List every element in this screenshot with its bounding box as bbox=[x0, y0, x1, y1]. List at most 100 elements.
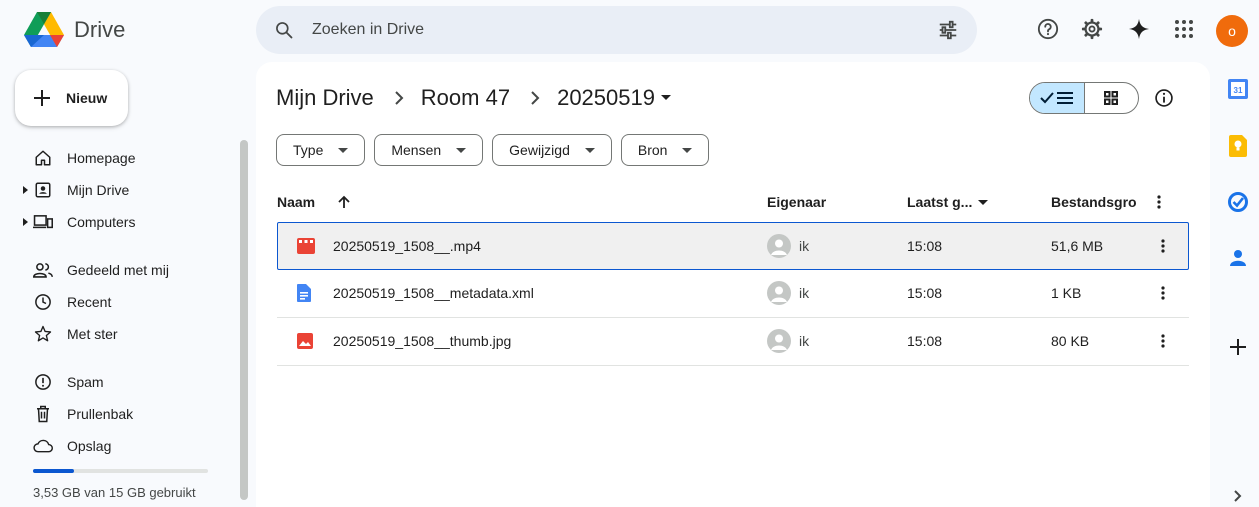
new-button[interactable]: Nieuw bbox=[15, 70, 128, 126]
drive-logo[interactable]: Drive bbox=[24, 12, 125, 48]
settings-gear-icon[interactable] bbox=[1080, 17, 1104, 41]
row-more-options-icon[interactable] bbox=[1161, 270, 1165, 316]
sidebar-item-starred[interactable]: Met ster bbox=[0, 318, 240, 350]
apps-grid-icon[interactable] bbox=[1172, 17, 1196, 41]
sidebar-item-storage[interactable]: Opslag bbox=[0, 430, 240, 462]
sidebar-scrollbar[interactable] bbox=[240, 140, 248, 500]
sidebar-item-label: Prullenbak bbox=[67, 406, 134, 422]
caret-down-icon bbox=[682, 147, 693, 153]
shared-icon bbox=[33, 260, 53, 280]
filter-people[interactable]: Mensen bbox=[374, 134, 484, 166]
sidebar-item-label: Homepage bbox=[67, 150, 136, 166]
my-drive-icon bbox=[33, 180, 53, 200]
image-file-icon bbox=[297, 318, 313, 364]
storage-usage-fill bbox=[33, 469, 75, 473]
column-header-owner[interactable]: Eigenaar bbox=[767, 186, 826, 218]
column-header-modified[interactable]: Laatst g... bbox=[907, 186, 989, 218]
home-icon bbox=[33, 148, 53, 168]
tasks-icon[interactable] bbox=[1227, 191, 1249, 213]
clock-icon bbox=[33, 292, 53, 312]
file-modified: 15:08 bbox=[907, 285, 943, 301]
file-name: 20250519_1508__.mp4 bbox=[333, 238, 481, 254]
table-row[interactable]: 20250519_1508__thumb.jpg ik 15:08 80 KB bbox=[277, 318, 1189, 366]
column-header-modified-label: Laatst g... bbox=[907, 194, 973, 210]
sidebar-item-label: Spam bbox=[67, 374, 104, 390]
breadcrumb-current-label: 20250519 bbox=[557, 85, 655, 110]
sidebar-item-trash[interactable]: Prullenbak bbox=[0, 398, 240, 430]
computers-icon bbox=[33, 212, 53, 232]
trash-icon bbox=[33, 404, 53, 424]
file-modified: 15:08 bbox=[907, 333, 943, 349]
sidebar-item-computers[interactable]: Computers bbox=[0, 206, 240, 238]
file-owner: ik bbox=[799, 238, 810, 254]
spam-icon bbox=[33, 372, 53, 392]
caret-right-icon[interactable] bbox=[23, 218, 29, 226]
breadcrumb-my-drive[interactable]: Mijn Drive bbox=[276, 85, 374, 111]
filter-modified[interactable]: Gewijzigd bbox=[492, 134, 612, 166]
list-view-button[interactable] bbox=[1030, 83, 1085, 113]
new-button-label: Nieuw bbox=[66, 90, 108, 106]
column-header-size[interactable]: Bestandsgro bbox=[1051, 186, 1136, 218]
breadcrumb-current-folder[interactable]: 20250519 bbox=[557, 85, 671, 111]
file-owner: ik bbox=[799, 285, 810, 301]
search-bar[interactable] bbox=[256, 6, 977, 54]
file-size: 1 KB bbox=[1051, 285, 1082, 301]
filter-type[interactable]: Type bbox=[276, 134, 366, 166]
grid-view-button[interactable] bbox=[1085, 83, 1139, 113]
top-bar: Drive Zoeken in Drive o bbox=[0, 0, 1259, 62]
chevron-right-icon bbox=[394, 91, 404, 105]
filter-source[interactable]: Bron bbox=[620, 134, 710, 166]
storage-usage-bar bbox=[33, 469, 208, 473]
file-name: 20250519_1508__metadata.xml bbox=[333, 285, 534, 301]
add-addon-plus-icon[interactable] bbox=[1227, 336, 1249, 358]
drive-logo-icon bbox=[24, 12, 64, 47]
search-options-icon[interactable] bbox=[937, 19, 959, 41]
sidebar-scrollbar-thumb[interactable] bbox=[240, 140, 248, 500]
caret-down-icon bbox=[338, 147, 349, 153]
sidebar-item-label: Met ster bbox=[67, 326, 118, 342]
breadcrumb: Mijn Drive Room 47 20250519 bbox=[276, 82, 671, 114]
caret-down-icon bbox=[456, 147, 467, 153]
keep-icon[interactable] bbox=[1227, 135, 1249, 157]
filter-label: Type bbox=[293, 142, 324, 158]
search-icon[interactable] bbox=[274, 20, 294, 40]
file-owner: ik bbox=[799, 333, 810, 349]
caret-right-icon[interactable] bbox=[23, 186, 29, 194]
filter-label: Mensen bbox=[391, 142, 442, 158]
search-input[interactable] bbox=[312, 6, 912, 54]
help-icon[interactable] bbox=[1036, 17, 1060, 41]
sort-arrow-up-icon[interactable] bbox=[337, 186, 351, 218]
row-more-options-icon[interactable] bbox=[1161, 223, 1165, 269]
sidebar-item-shared-with-me[interactable]: Gedeeld met mij bbox=[0, 254, 240, 286]
sidebar-item-label: Opslag bbox=[67, 438, 112, 454]
table-header: Naam Eigenaar Laatst g... Bestandsgro bbox=[277, 186, 1189, 218]
breadcrumb-room-47[interactable]: Room 47 bbox=[421, 85, 510, 111]
svg-text:31: 31 bbox=[1234, 86, 1243, 95]
user-avatar[interactable]: o bbox=[1216, 15, 1248, 47]
table-row[interactable]: 20250519_1508__metadata.xml ik 15:08 1 K… bbox=[277, 270, 1189, 318]
chevron-right-icon bbox=[530, 91, 540, 105]
expand-panel-chevron-icon[interactable] bbox=[1227, 485, 1249, 507]
filter-label: Bron bbox=[637, 142, 668, 158]
check-icon bbox=[1040, 92, 1054, 104]
filter-chips: Type Mensen Gewijzigd Bron bbox=[276, 134, 710, 166]
owner-avatar bbox=[767, 270, 791, 316]
cloud-icon bbox=[33, 436, 53, 456]
sidebar-item-label: Computers bbox=[67, 214, 136, 230]
gemini-sparkle-icon[interactable] bbox=[1127, 17, 1151, 41]
file-size: 80 KB bbox=[1051, 333, 1090, 349]
calendar-icon[interactable]: 31 bbox=[1227, 78, 1249, 100]
sidebar-item-recent[interactable]: Recent bbox=[0, 286, 240, 318]
contacts-icon[interactable] bbox=[1227, 247, 1249, 269]
caret-down-icon bbox=[978, 199, 989, 205]
more-options-icon[interactable] bbox=[1157, 186, 1161, 218]
table-row[interactable]: 20250519_1508__.mp4 ik 15:08 51,6 MB bbox=[277, 222, 1189, 270]
column-header-name[interactable]: Naam bbox=[277, 186, 315, 218]
sidebar-item-spam[interactable]: Spam bbox=[0, 366, 240, 398]
info-icon[interactable] bbox=[1152, 86, 1176, 110]
grid-icon bbox=[1104, 91, 1119, 105]
row-more-options-icon[interactable] bbox=[1161, 318, 1165, 364]
sidebar-item-my-drive[interactable]: Mijn Drive bbox=[0, 174, 240, 206]
file-name: 20250519_1508__thumb.jpg bbox=[333, 333, 512, 349]
sidebar-item-homepage[interactable]: Homepage bbox=[0, 142, 240, 174]
